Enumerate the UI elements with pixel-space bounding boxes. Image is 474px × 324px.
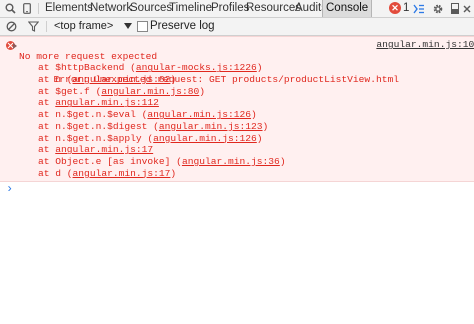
devtools-tabbar: Elements Network Sources Timeline Profil… — [0, 0, 474, 18]
prompt-chevron-icon: › — [6, 182, 14, 197]
stack-frame: at n.$get.n.$apply (angular.min.js:126) — [0, 133, 474, 145]
stack-frame-link[interactable]: angular-mocks.js:1226 — [136, 62, 257, 73]
stack-frame-suffix: ) — [251, 109, 257, 121]
stack-frame-suffix: ) — [170, 167, 177, 179]
stack-frame-link[interactable]: angular.min.js:17 — [55, 144, 153, 155]
stack-frame-suffix: ) — [199, 85, 205, 97]
drawer-toggle-icon[interactable] — [412, 0, 426, 17]
tab-sources[interactable]: Sources — [130, 0, 172, 17]
stack-trace: at $httpBackend (angular-mocks.js:1226) a… — [0, 62, 474, 179]
console-toolbar: <top frame> Preserve log — [0, 18, 474, 36]
stack-frame: at d (angular.min.js:17) — [0, 168, 474, 180]
stack-frame-link[interactable]: angular.min.js:36 — [182, 156, 280, 167]
console-prompt[interactable]: › — [0, 182, 474, 196]
stack-frame-suffix: ) — [279, 155, 286, 167]
tab-network[interactable]: Network — [90, 0, 132, 17]
stack-frame-link[interactable]: angular.min.js:126 — [147, 109, 251, 120]
error-header: Error: Unexpected request: GET products/… — [0, 39, 474, 85]
stack-frame-link[interactable]: angular.min.js:123 — [159, 121, 263, 132]
stack-frame: at angular.min.js:17 — [0, 144, 474, 156]
stack-frame: at angular.min.js:112 — [0, 97, 474, 109]
error-message[interactable]: Error: Unexpected request: GET products/… — [0, 36, 474, 183]
stack-frame: at Object.e [as invoke] (angular.min.js:… — [0, 156, 474, 168]
stack-frame-link[interactable]: angular.min.js:126 — [153, 133, 257, 144]
stack-frame-text: at — [38, 97, 56, 109]
expand-triangle-icon[interactable] — [13, 43, 17, 49]
tab-resources[interactable]: Resources — [246, 0, 301, 17]
stack-frame-text: at n ( — [38, 74, 73, 86]
stack-frame: at n.$get.n.$eval (angular.min.js:126) — [0, 109, 474, 121]
gear-icon[interactable] — [431, 0, 445, 17]
frame-selector[interactable]: <top frame> — [54, 18, 113, 35]
stack-frame-text: at n.$get.n.$eval ( — [38, 109, 148, 121]
stack-frame-text: at $get.f ( — [38, 85, 102, 97]
tab-console[interactable]: Console — [322, 0, 373, 17]
tab-timeline[interactable]: Timeline — [169, 0, 212, 17]
stack-frame-suffix: ) — [256, 132, 263, 144]
preserve-log-label: Preserve log — [150, 20, 215, 32]
stack-frame: at $httpBackend (angular-mocks.js:1226) — [0, 62, 474, 74]
chevron-down-icon[interactable] — [124, 23, 132, 29]
filter-icon[interactable] — [26, 18, 40, 35]
stack-frame-text: at Object.e [as invoke] ( — [38, 155, 182, 167]
toolbar-divider — [46, 21, 47, 32]
stack-frame-text: at $httpBackend ( — [38, 62, 136, 74]
stack-frame-link[interactable]: angular.min.js:112 — [55, 97, 159, 108]
stack-frame-text: at n.$get.n.$apply ( — [38, 132, 154, 144]
console-output: Error: Unexpected request: GET products/… — [0, 36, 474, 196]
search-icon[interactable] — [3, 0, 17, 17]
preserve-log-checkbox[interactable] — [137, 21, 148, 32]
error-source-link[interactable]: angular.min.js:102 — [376, 39, 474, 51]
stack-frame: at n (angular.min.js:82) — [0, 74, 474, 86]
error-detail: No more request expected — [19, 50, 158, 62]
stack-frame-suffix: ) — [256, 62, 263, 74]
dock-side-icon[interactable] — [449, 0, 461, 17]
stack-frame-text: at n.$get.n.$digest ( — [38, 120, 159, 132]
tab-profiles[interactable]: Profiles — [211, 0, 249, 17]
stack-frame-text: at — [38, 144, 56, 156]
clear-console-icon[interactable] — [4, 18, 18, 35]
tabbar-divider — [38, 3, 39, 14]
error-count[interactable]: 1 — [403, 0, 409, 17]
stack-frame: at $get.f (angular.min.js:80) — [0, 86, 474, 98]
tab-elements[interactable]: Elements — [45, 0, 93, 17]
close-icon[interactable] — [461, 0, 473, 17]
stack-frame-link[interactable]: angular.min.js:80 — [101, 86, 199, 97]
stack-frame-suffix: ) — [262, 120, 269, 132]
device-mode-icon[interactable] — [20, 0, 34, 17]
stack-frame-suffix: ) — [170, 74, 177, 86]
stack-frame: at n.$get.n.$digest (angular.min.js:123) — [0, 121, 474, 133]
stack-frame-text: at d ( — [38, 167, 73, 179]
error-count-icon[interactable]: ✕ — [389, 2, 401, 14]
stack-frame-link[interactable]: angular.min.js:82 — [73, 74, 171, 85]
stack-frame-link[interactable]: angular.min.js:17 — [73, 168, 171, 179]
